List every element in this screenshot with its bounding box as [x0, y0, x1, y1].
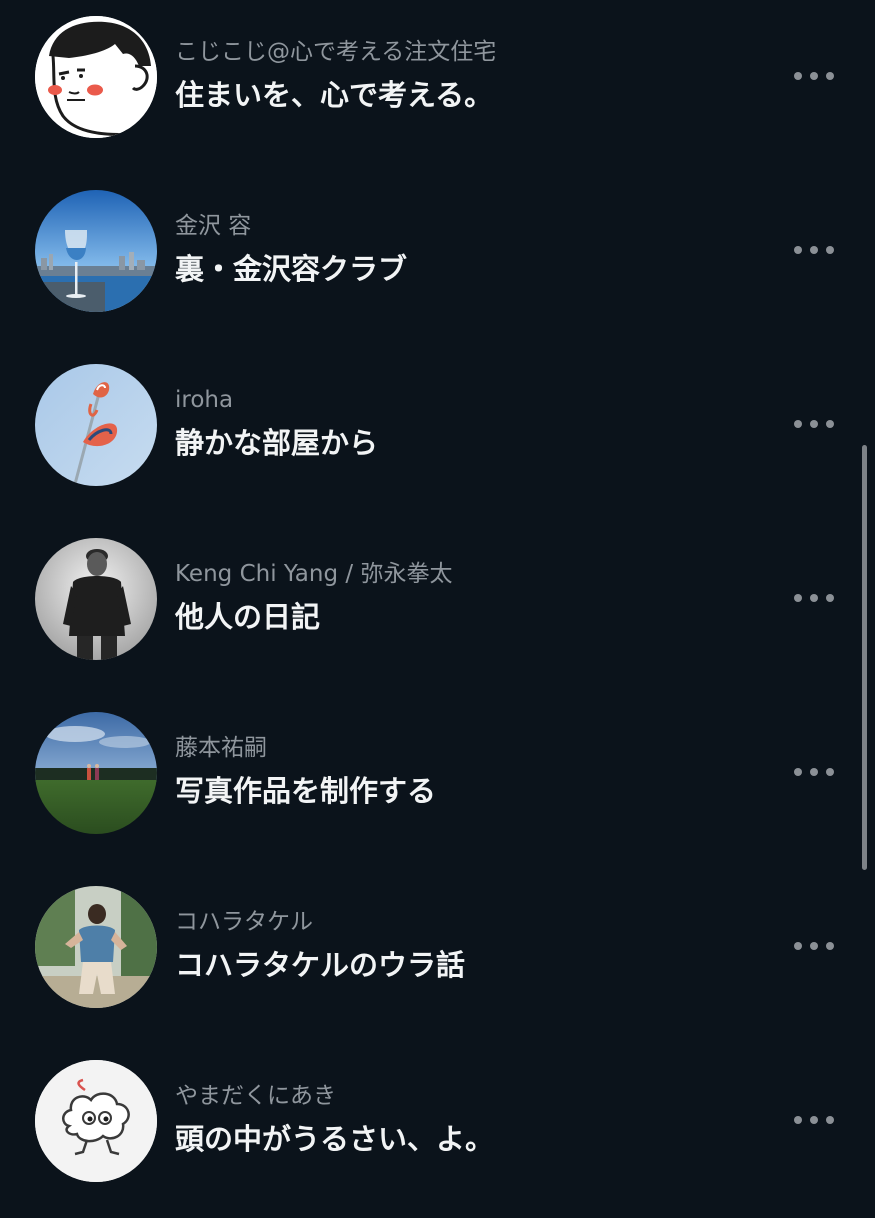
magazine-title[interactable]: コハラタケルのウラ話 — [175, 946, 465, 984]
cartoon-character-avatar — [35, 16, 157, 138]
magazine-title[interactable]: 裏・金沢容クラブ — [175, 250, 407, 288]
author-name[interactable]: Keng Chi Yang / 弥永拳太 — [175, 559, 452, 589]
avatar[interactable] — [35, 1060, 157, 1182]
more-horizontal-icon — [794, 420, 802, 428]
magazine-title[interactable]: 頭の中がうるさい、よ。 — [175, 1120, 494, 1158]
avatar[interactable] — [35, 364, 157, 486]
more-options-button[interactable] — [794, 1110, 834, 1130]
scrollbar[interactable] — [862, 445, 867, 870]
more-horizontal-icon — [794, 72, 802, 80]
more-options-button[interactable] — [794, 588, 834, 608]
list-item[interactable]: iroha 静かな部屋から — [0, 348, 875, 522]
more-horizontal-icon — [794, 594, 802, 602]
more-options-button[interactable] — [794, 762, 834, 782]
avatar[interactable] — [35, 712, 157, 834]
avatar[interactable] — [35, 538, 157, 660]
more-options-button[interactable] — [794, 240, 834, 260]
list-item[interactable]: 金沢 容 裏・金沢容クラブ — [0, 174, 875, 348]
wine-glass-cityscape-avatar — [35, 190, 157, 312]
flower-sky-avatar — [35, 364, 157, 486]
list-item[interactable]: やまだくにあき 頭の中がうるさい、よ。 — [0, 1044, 875, 1218]
person-photo-avatar — [35, 886, 157, 1008]
author-name[interactable]: こじこじ@心で考える注文住宅 — [175, 37, 496, 67]
author-name[interactable]: 金沢 容 — [175, 211, 251, 241]
cloud-character-avatar — [35, 1060, 157, 1182]
author-name[interactable]: やまだくにあき — [175, 1081, 336, 1111]
more-horizontal-icon — [794, 768, 802, 776]
list-item[interactable]: Keng Chi Yang / 弥永拳太 他人の日記 — [0, 522, 875, 696]
field-landscape-avatar — [35, 712, 157, 834]
magazine-title[interactable]: 住まいを、心で考える。 — [175, 76, 493, 114]
author-name[interactable]: 藤本祐嗣 — [175, 733, 267, 763]
avatar[interactable] — [35, 886, 157, 1008]
list-item[interactable]: こじこじ@心で考える注文住宅 住まいを、心で考える。 — [0, 0, 875, 174]
more-horizontal-icon — [794, 246, 802, 254]
more-horizontal-icon — [794, 942, 802, 950]
avatar[interactable] — [35, 190, 157, 312]
author-name[interactable]: iroha — [175, 385, 233, 415]
magazine-title[interactable]: 他人の日記 — [175, 598, 320, 636]
feed-list: こじこじ@心で考える注文住宅 住まいを、心で考える。 金沢 容 裏・金沢容クラブ… — [0, 0, 875, 1200]
magazine-title[interactable]: 写真作品を制作する — [175, 772, 436, 810]
avatar[interactable] — [35, 16, 157, 138]
author-name[interactable]: コハラタケル — [175, 907, 313, 937]
more-options-button[interactable] — [794, 414, 834, 434]
magazine-title[interactable]: 静かな部屋から — [175, 424, 378, 462]
more-options-button[interactable] — [794, 66, 834, 86]
more-options-button[interactable] — [794, 936, 834, 956]
list-item[interactable]: 藤本祐嗣 写真作品を制作する — [0, 696, 875, 870]
list-item[interactable]: コハラタケル コハラタケルのウラ話 — [0, 870, 875, 1044]
portrait-photo-avatar — [35, 538, 157, 660]
more-horizontal-icon — [794, 1116, 802, 1124]
